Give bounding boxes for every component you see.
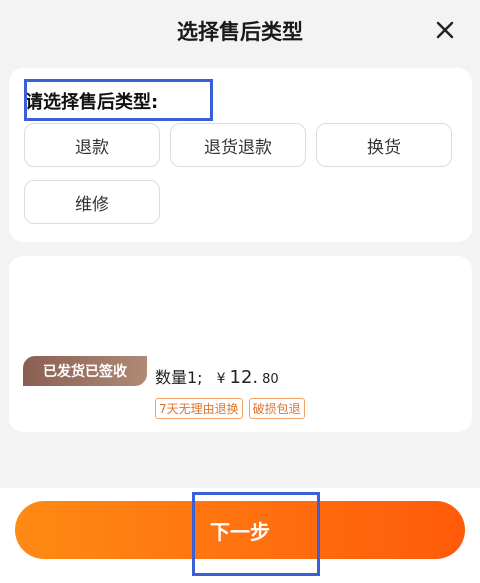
- product-card: 已发货已签收 数量1; ¥12. 80 7天无理由退换 破损包退: [9, 256, 472, 432]
- option-refund[interactable]: 退款: [24, 123, 160, 167]
- price-symbol: ¥: [216, 371, 226, 387]
- service-type-card: 请选择售后类型: 退款 退货退款 换货 维修: [9, 68, 472, 242]
- option-return-refund[interactable]: 退货退款: [170, 123, 306, 167]
- status-badge: 已发货已签收: [23, 356, 147, 386]
- sheet-header: 选择售后类型: [0, 0, 480, 62]
- service-type-label: 请选择售后类型:: [25, 92, 159, 113]
- next-step-button[interactable]: 下一步: [15, 501, 465, 559]
- price-integer: 12.: [229, 367, 259, 388]
- service-tags: 7天无理由退换 破损包退: [155, 398, 305, 419]
- quantity-text: 数量1;: [155, 368, 203, 387]
- option-exchange[interactable]: 换货: [316, 123, 452, 167]
- option-repair[interactable]: 维修: [24, 180, 160, 224]
- page-title: 选择售后类型: [177, 20, 303, 44]
- close-icon[interactable]: [432, 17, 458, 43]
- tag-seven-day-return: 7天无理由退换: [155, 398, 243, 419]
- price-decimal: 80: [262, 372, 279, 387]
- quantity-price-row: 数量1; ¥12. 80: [155, 364, 279, 388]
- tag-damage-return: 破损包退: [248, 398, 305, 419]
